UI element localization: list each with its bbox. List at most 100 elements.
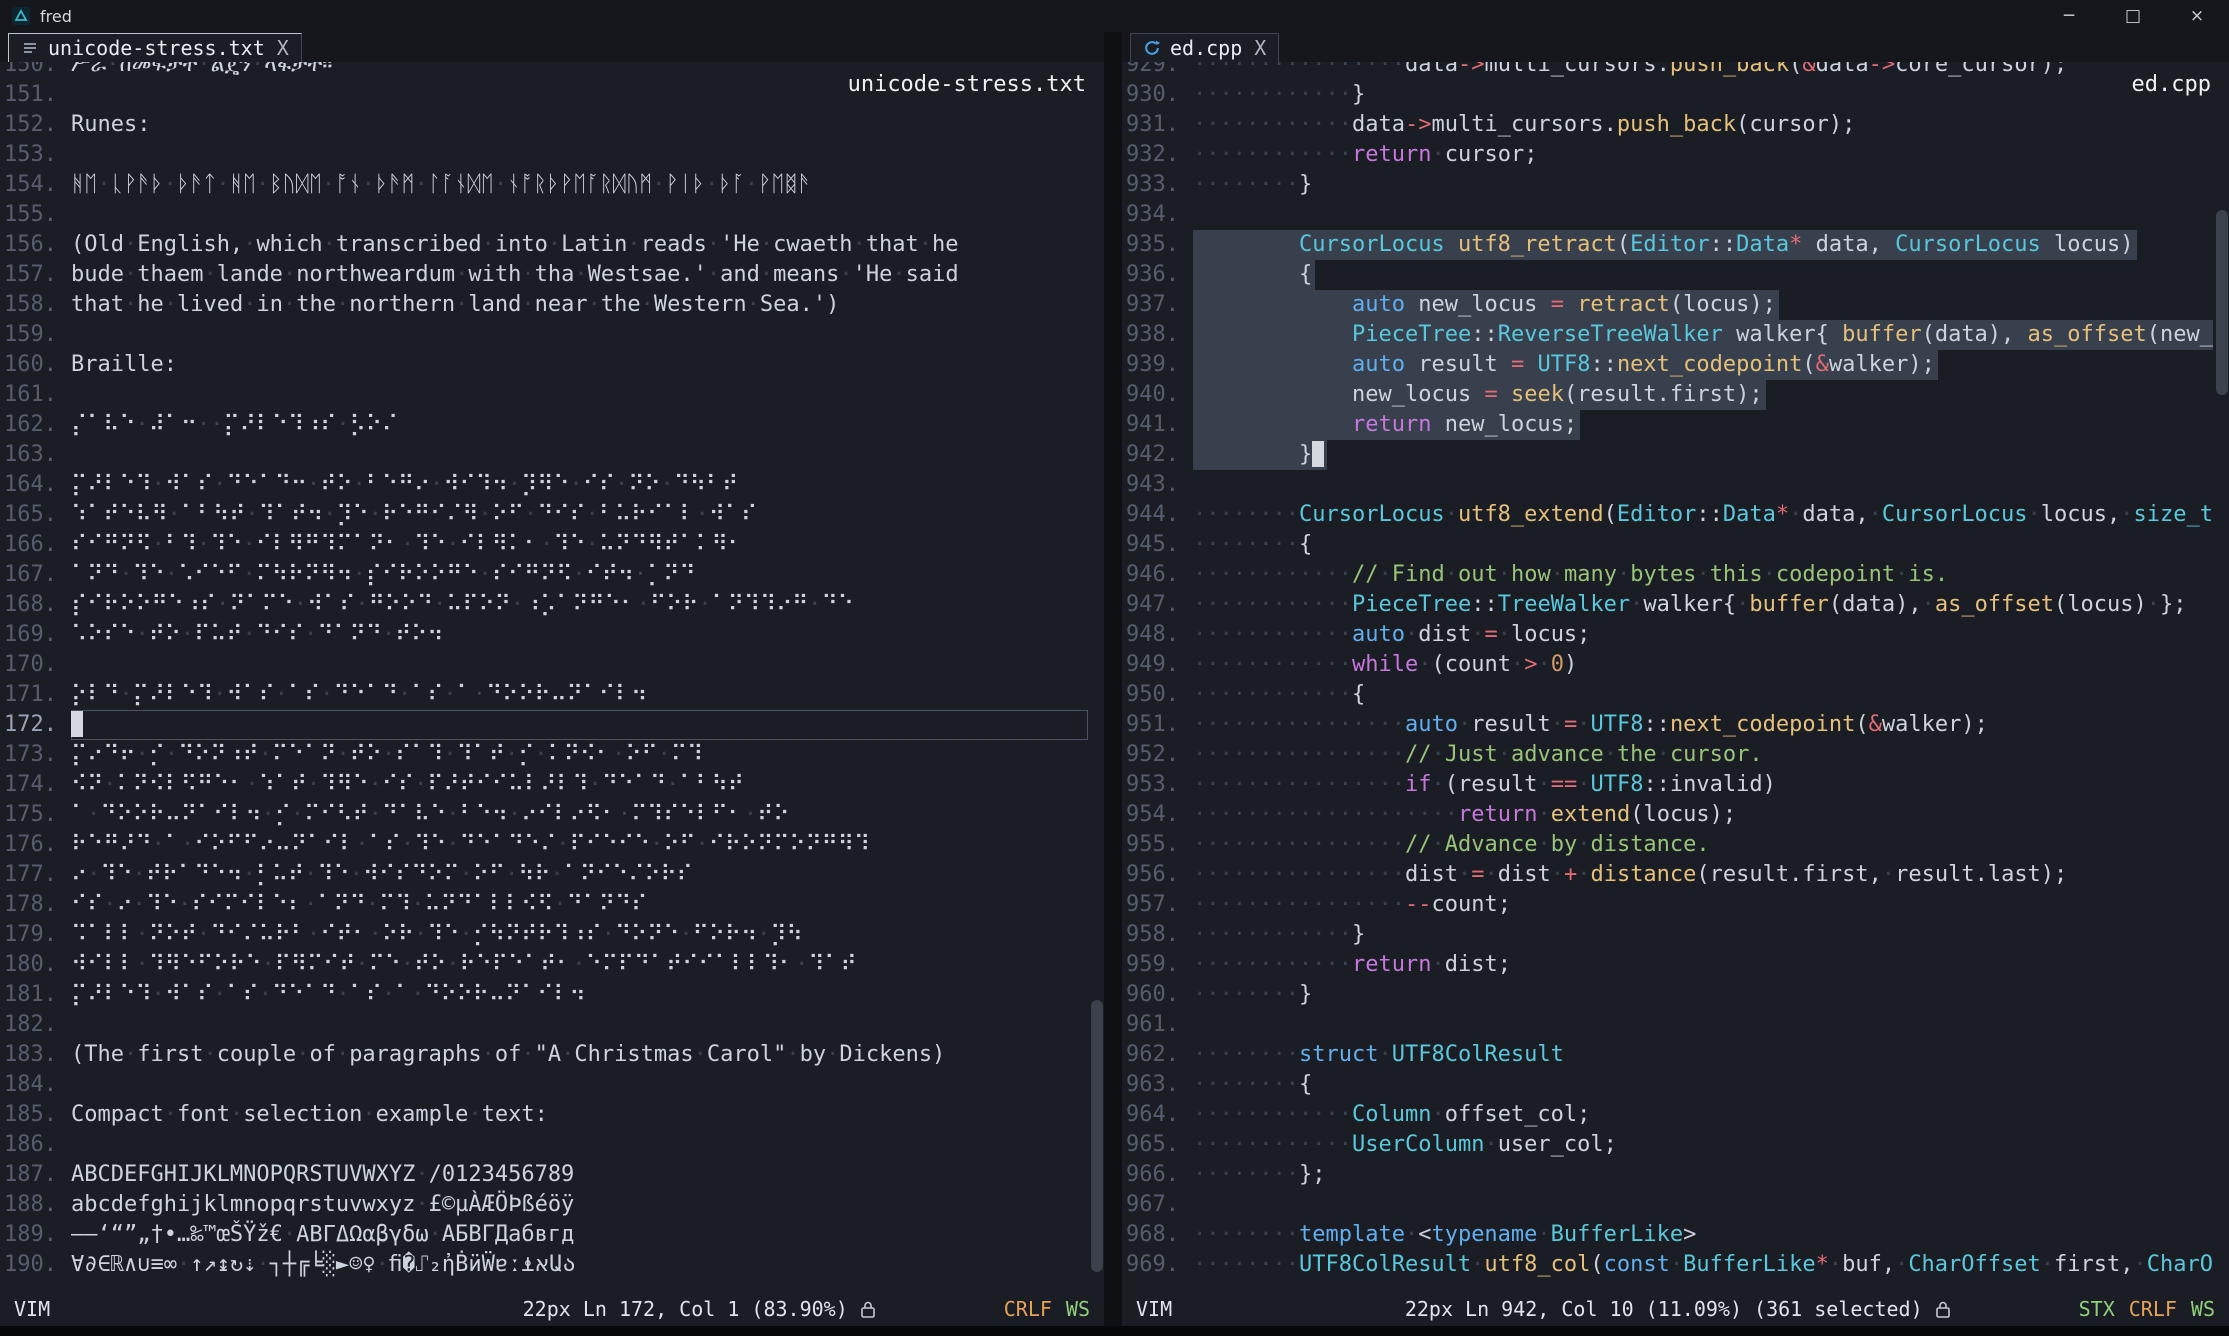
tab-unicode-stress-txt[interactable]: unicode-stress.txt X [8,33,302,62]
tab-close-icon[interactable]: X [277,36,289,60]
editor-line[interactable]: 968.········template·<typename·BufferLik… [1122,1220,2229,1250]
editor-line[interactable]: 174.⠪⠝·⠅⠝⠪⠇⠫⠛⠑⠂·⠱⠁⠞·⠹⠻⠑·⠊⠎·⠏⠜⠞⠊⠊⠥⠇⠜⠇⠹·⠙⠑… [0,770,1104,800]
minimize-button[interactable]: ─ [2037,0,2101,32]
editor-line[interactable]: 166.⠎⠊⠛⠝⠫·⠃⠹·⠹⠑·⠊⠇⠻⠛⠹⠍⠁⠝⠂·⠹⠑·⠊⠇⠻⠅⠂·⠹⠑·⠥⠝… [0,530,1104,560]
editor-line[interactable]: 929.················data->multi_cursors.… [1122,62,2229,80]
editor-line[interactable]: 957.················--count; [1122,890,2229,920]
editor-line[interactable]: 172. [0,710,1104,740]
editor-line[interactable]: 948.············auto·dist·=·locus; [1122,620,2229,650]
editor-line[interactable]: 947.············PieceTree::TreeWalker·wa… [1122,590,2229,620]
scrollbar-thumb[interactable] [2216,210,2228,395]
editor-unicode-stress[interactable]: 150.ሥራ·ከመፍታት·ልጄን·ላፋታት።151.152.Runes:153.… [0,62,1104,1292]
editor-line[interactable]: 167.⠁⠝⠙·⠹⠑·⠡⠊⠑⠋·⠍⠳⠗⠝⠻⠲·⡎⠊⠗⠕⠕⠛⠑·⠎⠊⠛⠝⠫·⠊⠞⠲… [0,560,1104,590]
pane-divider[interactable] [1104,32,1122,1326]
editor-line[interactable]: 181.⡍⠜⠇⠑⠹·⠺⠁⠎·⠁⠎·⠙⠑⠁⠙·⠁⠎·⠁·⠙⠕⠕⠗⠤⠝⠁⠊⠇⠲ [0,980,1104,1010]
editor-line[interactable]: 185.Compact·font·selection·example·text: [0,1100,1104,1130]
editor-line[interactable]: 934. [1122,200,2229,230]
whitespace-dot: · [1325,922,1338,947]
tab-close-icon[interactable]: X [1254,36,1266,60]
editor-line[interactable]: 171.⡕⠇⠙·⡍⠜⠇⠑⠹·⠺⠁⠎·⠁⠎·⠙⠑⠁⠙·⠁⠎·⠁·⠙⠕⠕⠗⠤⠝⠁⠊⠇… [0,680,1104,710]
editor-line[interactable]: 162.⡌⠁⠧⠑·⠼⠁⠒··⡍⠜⠇⠑⠹⠰⠎·⡣⠕⠌ [0,410,1104,440]
whitespace-dot: · [1233,1162,1246,1187]
editor-line[interactable]: 942.········} [1122,440,2229,470]
editor-line[interactable]: 949.············while·(count·>·0) [1122,650,2229,680]
editor-line[interactable]: 930.············} [1122,80,2229,110]
editor-line[interactable]: 940.············new_locus·=·seek(result.… [1122,380,2229,410]
editor-line[interactable]: 967. [1122,1190,2229,1220]
editor-line[interactable]: 190.∀∂∈ℝ∧∪≡∞·↑↗↨↻⇣·┐┼╔╘░►☺♀·ﬁ�⑀₂ἠḂӥẄɐː⍎א… [0,1250,1104,1280]
editor-line[interactable]: 937.············auto·new_locus·=·retract… [1122,290,2229,320]
editor-line[interactable]: 153. [0,140,1104,170]
editor-line[interactable]: 953.················if·(result·==·UTF8::… [1122,770,2229,800]
code-token: ( [1855,712,1868,737]
editor-line[interactable]: 945.········{ [1122,530,2229,560]
editor-line[interactable]: 965.············UserColumn·user_col; [1122,1130,2229,1160]
editor-line[interactable]: 179.⠩⠁⠇⠇·⠝⠕⠞·⠙⠊⠌⠥⠗⠃·⠊⠞⠂·⠕⠗·⠹⠑·⡊⠳⠝⠞⠗⠹⠰⠎·⠙… [0,920,1104,950]
editor-line[interactable]: 176.⠗⠑⠛⠜⠙·⠁·⠊⠕⠋⠋⠔⠤⠝⠁⠊⠇·⠁⠎·⠹⠑·⠙⠑⠁⠙⠑⠌·⠏⠊⠑⠊… [0,830,1104,860]
editor-line[interactable]: 952.················//·Just·advance·the·… [1122,740,2229,770]
editor-line[interactable]: 184. [0,1070,1104,1100]
editor-line[interactable]: 164.⡍⠜⠇⠑⠹·⠺⠁⠎·⠙⠑⠁⠙⠒·⠞⠕·⠃⠑⠛⠔·⠺⠊⠹⠲·⡹⠻⠑·⠊⠎·… [0,470,1104,500]
editor-ed-cpp[interactable]: 929.················data->multi_cursors.… [1122,62,2229,1292]
editor-line[interactable]: 936.········{ [1122,260,2229,290]
editor-line[interactable]: 950.············{ [1122,680,2229,710]
editor-line[interactable]: 187.ABCDEFGHIJKLMNOPQRSTUVWXYZ·/01234567… [0,1160,1104,1190]
editor-line[interactable]: 958.············} [1122,920,2229,950]
editor-line[interactable]: 944.········CursorLocus·utf8_extend(Edit… [1122,500,2229,530]
editor-line[interactable]: 969.········UTF8ColResult·utf8_col(const… [1122,1250,2229,1280]
scrollbar-thumb[interactable] [1091,1000,1103,1272]
editor-line[interactable]: 946.············//·Find·out·how·many·byt… [1122,560,2229,590]
whitespace-dot: · [1299,322,1312,347]
editor-line[interactable]: 152.Runes: [0,110,1104,140]
editor-line[interactable]: 932.············return·cursor; [1122,140,2229,170]
editor-line[interactable]: 938.············PieceTree::ReverseTreeWa… [1122,320,2229,350]
editor-line[interactable]: 962.········struct·UTF8ColResult [1122,1040,2229,1070]
editor-line[interactable]: 956.················dist·=·dist·+·distan… [1122,860,2229,890]
tab-ed-cpp[interactable]: ed.cpp X [1130,33,1279,62]
editor-line[interactable]: 931.············data->multi_cursors.push… [1122,110,2229,140]
whitespace-dot: · [556,832,569,857]
whitespace-dot: · [1193,922,1206,947]
editor-line[interactable]: 955.················//·Advance·by·distan… [1122,830,2229,860]
editor-line[interactable]: 935.········CursorLocus·utf8_retract(Edi… [1122,230,2229,260]
editor-line[interactable]: 178.⠊⠎·⠔·⠹⠑·⠎⠊⠍⠊⠇⠑⠆·⠁⠝⠙·⠍⠹·⠥⠝⠙⠁⠇⠇⠪⠫·⠙⠁⠝⠙… [0,890,1104,920]
editor-line[interactable]: 170. [0,650,1104,680]
editor-line[interactable]: 182. [0,1010,1104,1040]
editor-line[interactable]: 155. [0,200,1104,230]
editor-line[interactable]: 951.················auto·result·=·UTF8::… [1122,710,2229,740]
editor-line[interactable]: 186. [0,1130,1104,1160]
editor-line[interactable]: 183.(The·first·couple·of·paragraphs·of·"… [0,1040,1104,1070]
editor-line[interactable]: 960.········} [1122,980,2229,1010]
editor-line[interactable]: 177.⠔·⠹⠑·⠞⠗⠁⠙⠑⠲·⡃⠥⠞·⠹⠑·⠺⠊⠎⠙⠕⠍·⠕⠋·⠳⠗·⠁⠝⠊⠑… [0,860,1104,890]
editor-line[interactable]: 156.(Old·English,·which·transcribed·into… [0,230,1104,260]
editor-line[interactable]: 959.············return·dist; [1122,950,2229,980]
editor-line[interactable]: 180.⠺⠊⠇⠇·⠹⠻⠑⠋⠕⠗⠑·⠏⠻⠍⠊⠞·⠍⠑·⠞⠕·⠗⠑⠏⠑⠁⠞⠂·⠑⠍⠏… [0,950,1104,980]
editor-line[interactable]: 154.ᚻᛖ·ᚳᚹᚫᚦ·ᚦᚫᛏ·ᚻᛖ·ᛒᚢᛞᛖ·ᚩᚾ·ᚦᚫᛗ·ᛚᚪᚾᛞᛖ·ᚾᚩᚱ… [0,170,1104,200]
editor-line[interactable]: 161. [0,380,1104,410]
editor-line[interactable]: 966.········}; [1122,1160,2229,1190]
whitespace-dot: · [1233,1222,1246,1247]
editor-line[interactable]: 169.⠡⠕⠎⠑·⠞⠕·⠏⠥⠞·⠙⠊⠎·⠙⠁⠝⠙·⠞⠕⠲ [0,620,1104,650]
maximize-button[interactable]: □ [2101,0,2165,32]
editor-line[interactable]: 163. [0,440,1104,470]
editor-line[interactable]: 157.bude·thaem·lande·northweardum·with·t… [0,260,1104,290]
editor-line[interactable]: 160.Braille: [0,350,1104,380]
editor-line[interactable]: 175.⠁·⠙⠕⠕⠗⠤⠝⠁⠊⠇⠲·⡊·⠍⠊⠣⠞·⠙⠁⠧⠑·⠃⠑⠲·⠔⠊⠇⠔⠫⠂·… [0,800,1104,830]
editor-line[interactable]: 189.–—‘“”„†•…‰™œŠŸž€·ΑΒΓΔΩαβγδω·АБВГДабв… [0,1220,1104,1250]
editor-line[interactable]: 961. [1122,1010,2229,1040]
editor-line[interactable]: 168.⡎⠊⠗⠕⠕⠛⠑⠰⠎·⠝⠁⠍⠑·⠺⠁⠎·⠛⠕⠕⠙·⠥⠏⠕⠝·⠰⡡⠁⠝⠛⠑⠂… [0,590,1104,620]
editor-line[interactable]: 954.····················return·extend(lo… [1122,800,2229,830]
window-title: fred [40,7,72,26]
editor-line[interactable]: 933.········} [1122,170,2229,200]
close-button[interactable]: × [2165,0,2229,32]
editor-line[interactable]: 165.⠱⠁⠞⠑⠧⠻·⠁⠃⠳⠞·⠹⠁⠞⠲·⡹⠑·⠗⠑⠛⠊⠌⠻·⠕⠋·⠙⠊⠎·⠃⠥… [0,500,1104,530]
editor-line[interactable]: 941.············return·new_locus; [1122,410,2229,440]
editor-line[interactable]: 159. [0,320,1104,350]
editor-line[interactable]: 173.⡍⠔⠙⠖·⡊·⠙⠕⠝⠰⠞·⠍⠑⠁⠝·⠞⠕·⠎⠁⠹·⠹⠁⠞·⡊·⠅⠝⠪⠂·… [0,740,1104,770]
editor-line[interactable]: 964.············Column·offset_col; [1122,1100,2229,1130]
editor-line[interactable]: 939.············auto·result·=·UTF8::next… [1122,350,2229,380]
editor-line[interactable]: 943. [1122,470,2229,500]
editor-line[interactable]: 158.that·he·lived·in·the·northern·land·n… [0,290,1104,320]
editor-line[interactable]: 188.abcdefghijklmnopqrstuvwxyz·£©µÀÆÖÞßé… [0,1190,1104,1220]
editor-line[interactable]: 963.········{ [1122,1070,2229,1100]
